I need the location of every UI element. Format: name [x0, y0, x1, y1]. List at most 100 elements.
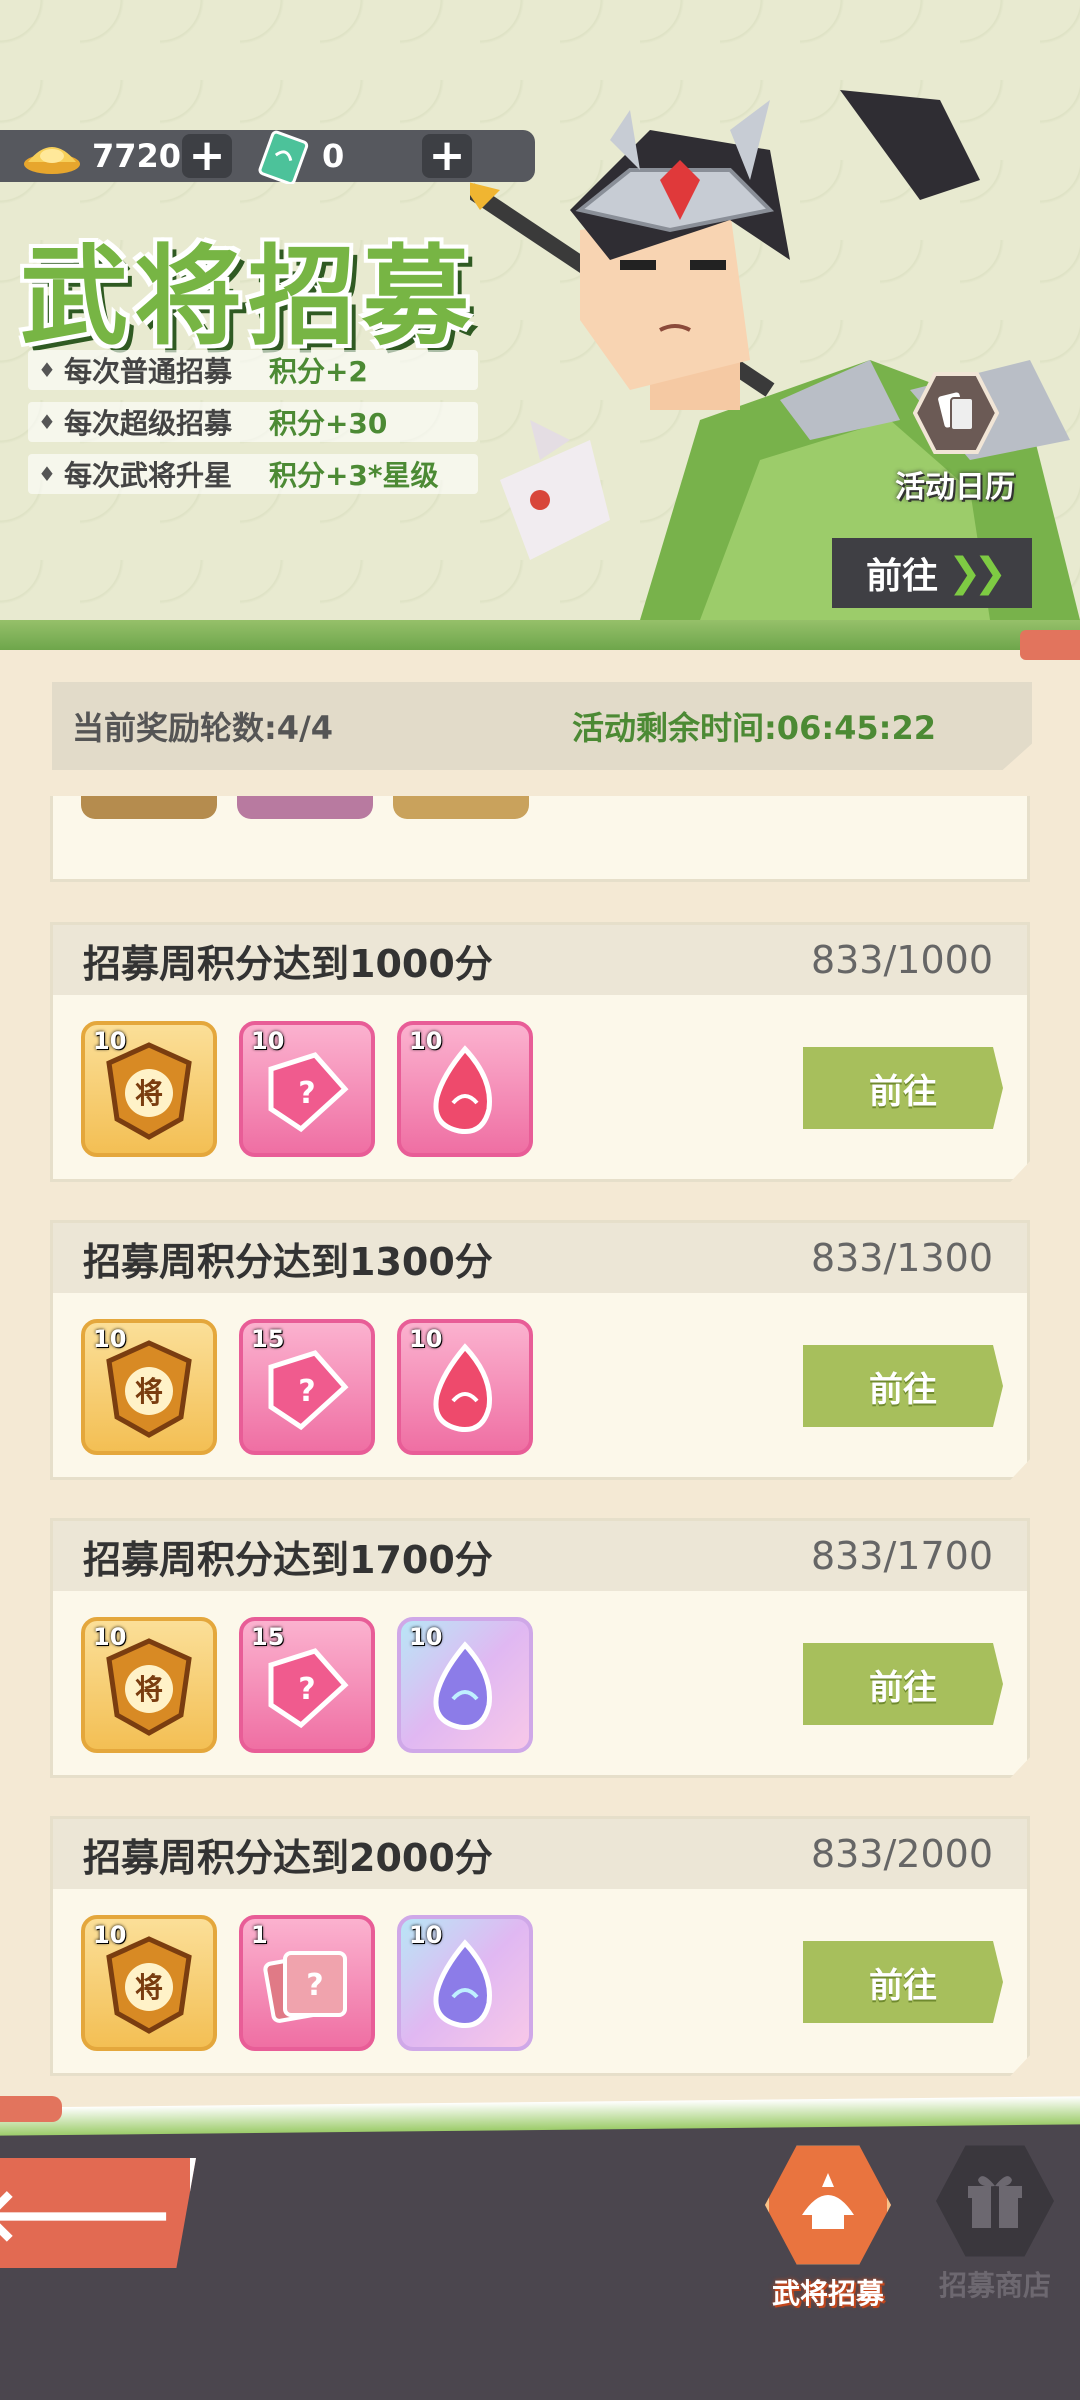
task-card: 招募周积分达到2000分 833/2000 10 将 1 ? 10 前往: [50, 1816, 1030, 2076]
back-arrow-icon: 🡐: [0, 2172, 175, 2258]
svg-text:将: 将: [135, 1077, 163, 1110]
reward-item[interactable]: 15 ?: [239, 1319, 375, 1455]
general-token-icon: 将: [106, 1936, 192, 2034]
card-pack-icon: ?: [263, 1951, 347, 2023]
back-button[interactable]: 🡐: [0, 2158, 196, 2268]
nav-item-shop[interactable]: 招募商店: [915, 2142, 1075, 2302]
task-title: 招募周积分达到1000分: [83, 941, 493, 986]
rule-points: 积分+2: [268, 355, 368, 388]
gold-amount: 7720: [92, 137, 182, 175]
svg-text:?: ?: [306, 1968, 323, 2003]
goto-label: 前往: [866, 556, 939, 597]
task-card: 招募周积分达到1700分 833/1700 10 将 15 ? 10 前往: [50, 1518, 1030, 1778]
svg-text:将: 将: [135, 1375, 163, 1408]
svg-text:将: 将: [135, 1673, 163, 1706]
banner-divider-accent: [1020, 630, 1080, 660]
flame-icon: [433, 1045, 492, 1135]
reward-item[interactable]: 10: [397, 1021, 533, 1157]
reward-list: 10 将 15 ? 10: [81, 1617, 555, 1753]
task-card-partial: [50, 796, 1030, 882]
reward-item[interactable]: 10 将: [81, 1617, 217, 1753]
reward-item-partial: [81, 796, 217, 819]
reward-item[interactable]: 10: [397, 1915, 533, 2051]
puzzle-piece-icon: ?: [268, 1052, 349, 1133]
reward-round: 当前奖励轮数:4/4: [72, 709, 334, 747]
helmet-icon: [802, 2173, 854, 2229]
reward-item[interactable]: 10 ?: [239, 1021, 375, 1157]
rule-name: 每次武将升星: [63, 459, 232, 492]
task-title: 招募周积分达到2000分: [83, 1835, 493, 1880]
rule-name: 每次超级招募: [63, 407, 232, 440]
add-gold-button[interactable]: +: [182, 134, 232, 178]
bullet-icon: ♦: [38, 410, 56, 434]
puzzle-piece-icon: ?: [268, 1648, 349, 1729]
task-title: 招募周积分达到1700分: [83, 1537, 493, 1582]
double-chevron-icon: ❯❯: [948, 550, 1007, 596]
task-progress: 833/1000: [810, 938, 993, 982]
svg-text:将: 将: [135, 1971, 163, 2004]
gift-icon: [936, 2145, 1054, 2257]
event-banner: 7720 + 0 + 武将招募 ♦ 每次普通招募 积分+2 ♦ 每次超级招募 积…: [0, 0, 1080, 620]
task-progress: 833/1300: [810, 1236, 993, 1280]
bullet-icon: ♦: [38, 462, 56, 486]
remaining-time: 活动剩余时间:06:45:22: [572, 709, 936, 747]
reward-item[interactable]: 15 ?: [239, 1617, 375, 1753]
svg-text:?: ?: [298, 1374, 315, 1409]
general-token-icon: 将: [106, 1638, 192, 1736]
blue-flame-icon: [433, 1939, 492, 2029]
reward-item-partial: [393, 796, 529, 819]
task-progress: 833/1700: [810, 1534, 993, 1578]
calendar-icon: [913, 372, 999, 454]
recruit-ticket-icon: [258, 130, 309, 184]
add-ticket-button[interactable]: +: [422, 134, 472, 178]
nav-label: 武将招募: [771, 2277, 884, 2310]
nav-item-recruit[interactable]: 武将招募: [748, 2142, 908, 2310]
banner-goto-button[interactable]: 前往 ❯❯: [832, 538, 1032, 608]
task-card-header: 招募周积分达到2000分 833/2000: [53, 1819, 1027, 1889]
rule-name: 每次普通招募: [63, 355, 232, 388]
rule-points: 积分+30: [268, 407, 388, 440]
task-goto-button[interactable]: 前往: [803, 1941, 1003, 2023]
reward-item[interactable]: 1 ?: [239, 1915, 375, 2051]
svg-text:?: ?: [298, 1076, 315, 1111]
flame-icon: [433, 1343, 492, 1433]
reward-list: 10 将 15 ? 10: [81, 1319, 555, 1455]
activity-calendar-button[interactable]: 活动日历: [880, 370, 1030, 510]
svg-text:?: ?: [298, 1672, 315, 1707]
rule-row: ♦ 每次普通招募 积分+2: [28, 350, 478, 390]
general-token-icon: 将: [106, 1042, 192, 1140]
calendar-label: 活动日历: [895, 470, 1015, 505]
task-progress: 833/2000: [810, 1832, 993, 1876]
event-title: 武将招募: [20, 235, 477, 360]
ticket-amount: 0: [322, 137, 345, 175]
bottom-nav-edge-accent: [0, 2096, 62, 2122]
reward-item[interactable]: 10 将: [81, 1319, 217, 1455]
reward-item[interactable]: 10: [397, 1319, 533, 1455]
currency-bar: 7720 + 0 +: [0, 130, 535, 184]
rule-row: ♦ 每次武将升星 积分+3*星级: [28, 454, 478, 494]
task-card: 招募周积分达到1300分 833/1300 10 将 15 ? 10 前往: [50, 1220, 1030, 1480]
bullet-icon: ♦: [38, 358, 56, 382]
reward-list: 10 将 1 ? 10: [81, 1915, 555, 2051]
rule-points: 积分+3*星级: [268, 459, 439, 492]
task-card: 招募周积分达到1000分 833/1000 10 将 10 ? 10 前往: [50, 922, 1030, 1182]
task-card-header: 招募周积分达到1000分 833/1000: [53, 925, 1027, 995]
blue-flame-icon: [433, 1641, 492, 1731]
task-goto-button[interactable]: 前往: [803, 1345, 1003, 1427]
reward-item[interactable]: 10 将: [81, 1915, 217, 2051]
reward-item-partial: [237, 796, 373, 819]
gold-ingot-icon: [24, 147, 80, 174]
task-goto-button[interactable]: 前往: [803, 1047, 1003, 1129]
reward-item[interactable]: 10: [397, 1617, 533, 1753]
reward-item[interactable]: 10 将: [81, 1021, 217, 1157]
task-card-header: 招募周积分达到1300分 833/1300: [53, 1223, 1027, 1293]
task-list[interactable]: 招募周积分达到1000分 833/1000 10 将 10 ? 10 前往 招募…: [0, 796, 1080, 2096]
hero-illustration: [470, 90, 1080, 620]
rule-row: ♦ 每次超级招募 积分+30: [28, 402, 478, 442]
task-goto-button[interactable]: 前往: [803, 1643, 1003, 1725]
banner-divider: [0, 620, 1080, 650]
round-status-bar: 当前奖励轮数:4/4 活动剩余时间:06:45:22: [52, 682, 1032, 770]
gift-box-icon: [968, 2176, 1022, 2228]
puzzle-piece-icon: ?: [268, 1350, 349, 1431]
nav-label: 招募商店: [938, 2269, 1051, 2302]
